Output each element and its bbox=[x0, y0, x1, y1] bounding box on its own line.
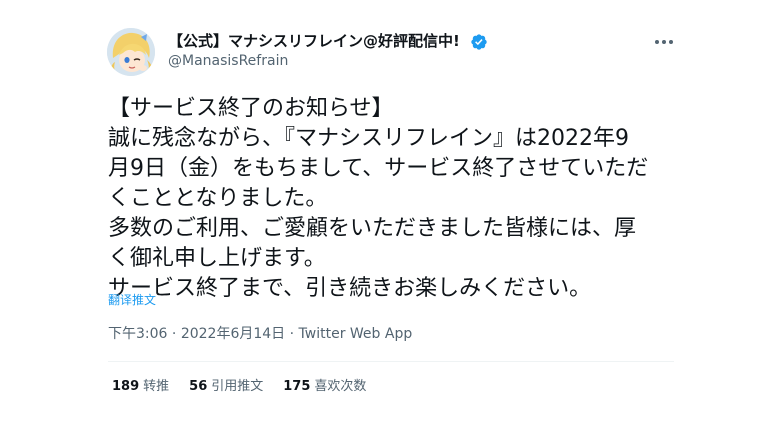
tweet-source[interactable]: Twitter Web App bbox=[299, 326, 413, 342]
retweets-count: 189 bbox=[112, 379, 140, 394]
tweet-metadata: 下午3:06 · 2022年6月14日 · Twitter Web App bbox=[108, 325, 412, 343]
verified-badge-icon bbox=[471, 34, 487, 50]
more-options-icon[interactable] bbox=[651, 32, 677, 52]
tweet-line: 多数のご利用、ご愛顧をいただきました皆様には、厚 bbox=[108, 216, 637, 241]
likes-label: 喜欢次数 bbox=[314, 379, 367, 394]
likes-stat[interactable]: 175 喜欢次数 bbox=[283, 378, 366, 396]
quotes-stat[interactable]: 56 引用推文 bbox=[189, 378, 263, 396]
tweet-text: 【サービス終了のお知らせ】 誠に残念ながら、『マナシスリフレイン』は2022年9… bbox=[108, 94, 688, 304]
engagement-stats: 189 转推 56 引用推文 175 喜欢次数 bbox=[112, 378, 366, 396]
retweets-stat[interactable]: 189 转推 bbox=[112, 378, 169, 396]
author-handle[interactable]: @ManasisRefrain bbox=[168, 52, 288, 70]
likes-count: 175 bbox=[283, 379, 311, 394]
tweet-date[interactable]: 2022年6月14日 bbox=[181, 326, 285, 342]
tweet-line: 【サービス終了のお知らせ】 bbox=[108, 96, 394, 121]
translate-tweet-link[interactable]: 翻译推文 bbox=[108, 292, 156, 308]
quotes-count: 56 bbox=[189, 379, 208, 394]
tweet-line: 誠に残念ながら、『マナシスリフレイン』は2022年9 bbox=[108, 126, 629, 151]
retweets-label: 转推 bbox=[143, 379, 170, 394]
tweet-line: 月9日（金）をもちまして、サービス終了させていただ bbox=[108, 156, 649, 181]
avatar[interactable] bbox=[107, 28, 155, 76]
tweet-line: サービス終了まで、引き続きお楽しみください。 bbox=[108, 276, 592, 301]
tweet-line: く御礼申し上げます。 bbox=[108, 246, 326, 271]
tweet-line: くこととなりました。 bbox=[108, 186, 328, 211]
separator: · bbox=[289, 326, 295, 342]
separator: · bbox=[171, 326, 177, 342]
tweet-time[interactable]: 下午3:06 bbox=[108, 326, 167, 342]
author-display-name[interactable]: 【公式】マナシスリフレイン@好評配信中! bbox=[168, 31, 460, 51]
avatar-image bbox=[107, 28, 155, 76]
quotes-label: 引用推文 bbox=[211, 379, 264, 394]
divider bbox=[108, 361, 674, 362]
